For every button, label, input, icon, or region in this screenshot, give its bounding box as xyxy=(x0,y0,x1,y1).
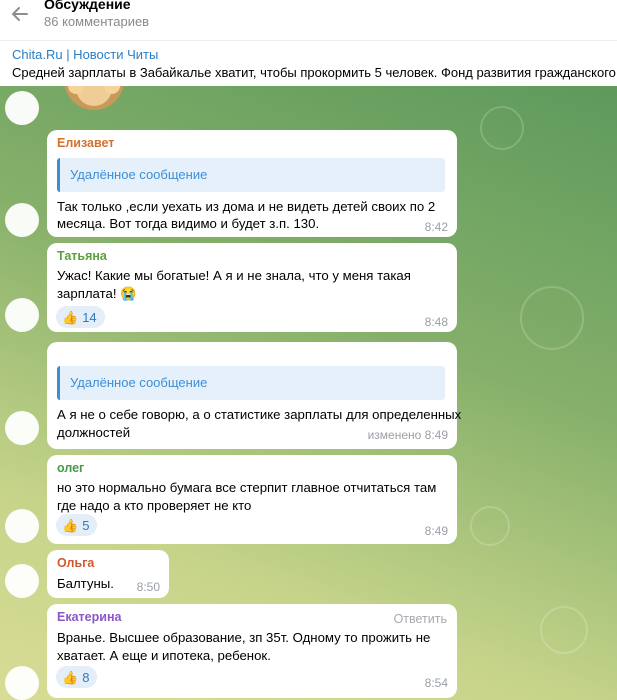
message-author[interactable]: Елизавет xyxy=(57,136,114,150)
reaction-badge[interactable]: 👍 8 xyxy=(56,666,98,688)
message-text-line: Вранье. Высшее образование, зп 35т. Одно… xyxy=(57,630,431,645)
message-time: изменено 8:49 xyxy=(367,428,448,442)
reply-quote[interactable]: Удалённое сообщение xyxy=(57,158,445,192)
reply-quote-text: Удалённое сообщение xyxy=(70,167,208,182)
original-post-preview[interactable]: Chita.Ru | Новости Читы Средней зарплаты… xyxy=(0,40,617,85)
message-time: 8:54 xyxy=(424,676,448,690)
comment-count: 86 комментариев xyxy=(44,14,150,29)
thumbs-up-icon: 👍 xyxy=(62,309,79,325)
thumbs-up-icon: 👍 xyxy=(62,669,79,685)
reaction-badge[interactable]: 👍 14 xyxy=(56,306,105,328)
reaction-count: 8 xyxy=(82,669,90,685)
message-text-line: зарплата! 😭 xyxy=(57,286,137,301)
message-text-line: А я не о себе говорю, а о статистике зар… xyxy=(57,407,462,422)
message-text-line: должностей xyxy=(57,425,131,440)
message-author[interactable]: олег xyxy=(57,461,84,475)
message-bubble[interactable]: Удалённое сообщение А я не о себе говорю… xyxy=(47,342,461,449)
message-time: 8:42 xyxy=(424,220,448,234)
message-text-line: месяца. Вот тогда видимо и будет з.п. 13… xyxy=(57,216,320,231)
channel-name-link[interactable]: Chita.Ru | Новости Читы xyxy=(12,47,158,62)
message-author[interactable]: Ольга xyxy=(57,556,94,570)
avatar[interactable] xyxy=(5,203,39,237)
monkey-sticker xyxy=(64,86,124,110)
reaction-count: 14 xyxy=(82,309,97,325)
background-doodle xyxy=(520,286,584,350)
reply-button[interactable]: Ответить xyxy=(394,612,447,626)
post-preview-text: Средней зарплаты в Забайкалье хватит, чт… xyxy=(12,65,617,80)
message-bubble[interactable]: олег но это нормально бумага все стерпит… xyxy=(47,455,457,544)
avatar[interactable] xyxy=(5,298,39,332)
reply-quote-text: Удалённое сообщение xyxy=(70,375,208,390)
message-bubble[interactable]: Екатерина Ответить Вранье. Высшее образо… xyxy=(47,604,457,698)
avatar[interactable] xyxy=(5,91,39,125)
message-time: 8:48 xyxy=(424,315,448,329)
message-bubble[interactable]: Ольга Балтуны. 8:50 xyxy=(47,550,169,598)
avatar[interactable] xyxy=(5,666,39,700)
message-text-line: где надо а кто проверяет не кто xyxy=(57,498,252,513)
message-text-line: хватает. А еще и ипотека, ребенок. xyxy=(57,648,271,663)
avatar[interactable] xyxy=(5,509,39,543)
message-bubble[interactable]: Татьяна Ужас! Какие мы богатые! А я и не… xyxy=(47,243,457,332)
message-author[interactable]: Екатерина xyxy=(57,610,121,624)
page-title: Обсуждение xyxy=(44,0,131,12)
reaction-count: 5 xyxy=(82,517,90,533)
message-text-line: Балтуны. xyxy=(57,576,114,591)
avatar[interactable] xyxy=(5,411,39,445)
message-time: 8:50 xyxy=(136,580,160,594)
chat-header: Обсуждение 86 комментариев xyxy=(0,0,617,34)
message-time: 8:49 xyxy=(424,524,448,538)
avatar[interactable] xyxy=(5,564,39,598)
message-text-line: Так только ,если уехать из дома и не вид… xyxy=(57,199,436,214)
back-arrow-icon[interactable] xyxy=(10,4,30,24)
message-text-line: но это нормально бумага все стерпит глав… xyxy=(57,480,437,495)
chat-area[interactable]: Елизавет Удалённое сообщение Так только … xyxy=(0,86,617,700)
message-bubble[interactable]: Елизавет Удалённое сообщение Так только … xyxy=(47,130,457,237)
background-doodle xyxy=(480,106,524,150)
background-doodle xyxy=(470,506,510,546)
message-text-line: Ужас! Какие мы богатые! А я и не знала, … xyxy=(57,268,411,283)
reaction-badge[interactable]: 👍 5 xyxy=(56,514,98,536)
reply-quote[interactable]: Удалённое сообщение xyxy=(57,366,445,400)
background-doodle xyxy=(540,606,588,654)
message-author[interactable]: Татьяна xyxy=(57,249,107,263)
thumbs-up-icon: 👍 xyxy=(62,517,79,533)
